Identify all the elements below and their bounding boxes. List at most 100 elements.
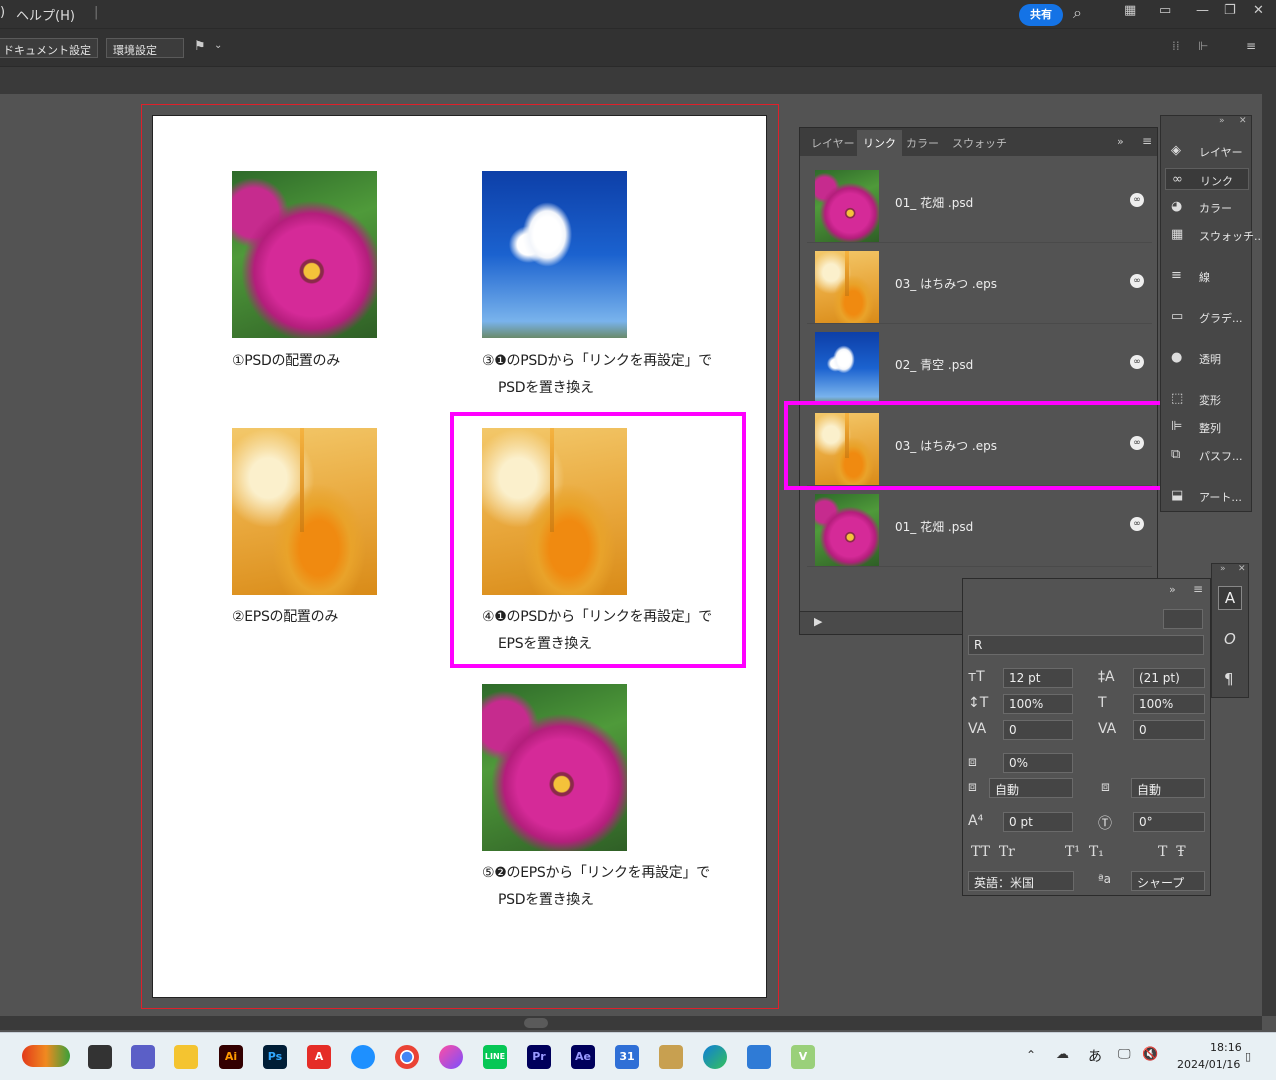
dock-item-transform[interactable]: ⬚ 変形: [1165, 388, 1249, 410]
links-panel-tabbar: レイヤー リンク カラー スウォッチ » ≡: [800, 128, 1157, 156]
share-button[interactable]: 共有: [1019, 4, 1063, 26]
placed-image-sky[interactable]: [482, 171, 627, 338]
dock-item-transparency[interactable]: ● 透明: [1165, 347, 1249, 369]
clock-time[interactable]: 18:16: [1210, 1041, 1242, 1054]
vectorizer-icon[interactable]: V: [791, 1045, 815, 1069]
close-icon[interactable]: ✕: [1238, 564, 1246, 574]
preferences-button[interactable]: 環境設定: [106, 38, 184, 58]
tsume-field[interactable]: 0%: [1003, 753, 1073, 773]
antialias-select[interactable]: シャープ: [1131, 871, 1205, 891]
vertical-scale-field[interactable]: 100%: [1003, 694, 1073, 714]
placed-image-honey[interactable]: [232, 428, 377, 595]
notification-icon[interactable]: ▯: [1245, 1050, 1251, 1063]
dock-item-stroke[interactable]: ≡ 線: [1165, 265, 1249, 287]
aki-right-select[interactable]: 自動: [1131, 778, 1205, 798]
document-setup-button[interactable]: ドキュメント設定: [0, 38, 98, 58]
align-grid-icon[interactable]: ⁞⁞: [1172, 39, 1180, 53]
line-icon[interactable]: LINE: [483, 1045, 507, 1069]
caps-buttons[interactable]: TT Tr: [971, 844, 1015, 860]
link-row[interactable]: 02_ 青空 .psd ∞: [807, 326, 1152, 405]
dock-item-gradient[interactable]: ▭ グラデ...: [1165, 306, 1249, 328]
aki-left-select[interactable]: 自動: [989, 778, 1073, 798]
dock-item-align[interactable]: ⊫ 整列: [1165, 416, 1249, 438]
minimize-icon[interactable]: —: [1196, 3, 1209, 18]
link-row[interactable]: 01_ 花畑 .psd ∞: [807, 164, 1152, 243]
workspace-icon[interactable]: ▭: [1159, 3, 1171, 18]
font-size-field[interactable]: 12 pt: [1003, 668, 1073, 688]
caption-5-line2: PSDを置き換え: [498, 892, 594, 908]
kerning-field[interactable]: 0: [1003, 720, 1073, 740]
baseline-shift-field[interactable]: 0 pt: [1003, 812, 1073, 832]
photoshop-icon[interactable]: Ps: [263, 1045, 287, 1069]
illustrator-icon[interactable]: Ai: [219, 1045, 243, 1069]
ime-indicator[interactable]: あ: [1088, 1046, 1102, 1066]
restore-icon[interactable]: ❐: [1224, 3, 1236, 18]
tab-layers[interactable]: レイヤー: [805, 133, 861, 153]
dock-item-swatches[interactable]: ▦ スウォッチ...: [1165, 224, 1265, 246]
tab-swatches[interactable]: スウォッチ: [946, 133, 1013, 153]
horizontal-scrollbar[interactable]: [0, 1016, 1262, 1030]
folder-icon[interactable]: [174, 1045, 198, 1069]
align-icon[interactable]: ⊩: [1198, 39, 1208, 53]
font-family-select[interactable]: [1163, 609, 1203, 629]
character-panel-icon[interactable]: A: [1218, 586, 1242, 610]
opentype-icon[interactable]: O: [1224, 630, 1236, 648]
network-icon[interactable]: 🖵: [1118, 1047, 1131, 1062]
arrange-documents-icon[interactable]: ▦: [1124, 3, 1136, 18]
tab-links[interactable]: リンク: [857, 130, 902, 156]
show-info-icon[interactable]: ▶: [814, 615, 822, 628]
dock-item-pathfinder[interactable]: ⧉ パスフ...: [1165, 444, 1249, 466]
file-manager-icon[interactable]: [88, 1045, 112, 1069]
acrobat-icon[interactable]: A: [307, 1045, 331, 1069]
horizontal-scale-field[interactable]: 100%: [1133, 694, 1205, 714]
game-icon[interactable]: [659, 1045, 683, 1069]
vertical-scrollbar[interactable]: [1262, 94, 1276, 1016]
notepad-icon[interactable]: [747, 1045, 771, 1069]
collapse-icon[interactable]: »: [1219, 116, 1225, 126]
placed-image-flower[interactable]: [232, 171, 377, 338]
close-icon[interactable]: ✕: [1239, 116, 1247, 126]
chevron-down-icon[interactable]: ⌄: [214, 40, 222, 51]
cloud-icon[interactable]: ☁: [1056, 1047, 1069, 1062]
chat-icon[interactable]: [131, 1045, 155, 1069]
dock-item-links[interactable]: ∞ リンク: [1165, 168, 1249, 190]
panel-menu-icon[interactable]: ≡: [1193, 582, 1203, 596]
collapse-icon[interactable]: »: [1117, 135, 1124, 148]
dock-item-artboards[interactable]: ⬓ アート...: [1165, 485, 1249, 507]
premiere-icon[interactable]: Pr: [527, 1045, 551, 1069]
clock-date[interactable]: 2024/01/16: [1177, 1058, 1240, 1071]
link-row[interactable]: 03_ はちみつ .eps ∞: [807, 245, 1152, 324]
super-sub-buttons[interactable]: T¹ T₁: [1065, 844, 1104, 860]
edge-icon[interactable]: [703, 1045, 727, 1069]
placed-image-honey-replaced[interactable]: [482, 428, 627, 595]
collapse-icon[interactable]: »: [1169, 583, 1176, 596]
link-row[interactable]: 01_ 花畑 .psd ∞: [807, 488, 1152, 567]
creative-cloud-icon[interactable]: [439, 1045, 463, 1069]
chevron-up-icon[interactable]: ⌃: [1026, 1048, 1036, 1062]
font-style-select[interactable]: R: [968, 635, 1204, 655]
placed-image-flower-replaced[interactable]: [482, 684, 627, 851]
panel-menu-icon[interactable]: ≡: [1246, 39, 1256, 53]
after-effects-icon[interactable]: Ae: [571, 1045, 595, 1069]
scroll-thumb[interactable]: [524, 1018, 548, 1028]
panel-menu-icon[interactable]: ≡: [1142, 134, 1152, 148]
search-icon[interactable]: ⌕: [1073, 3, 1082, 23]
paragraph-icon[interactable]: ¶: [1224, 670, 1234, 688]
chrome-icon[interactable]: [395, 1045, 419, 1069]
tracking-field[interactable]: 0: [1133, 720, 1205, 740]
dock-item-color[interactable]: ◕ カラー: [1165, 196, 1249, 218]
collapse-icon[interactable]: »: [1220, 564, 1226, 574]
dock-item-layers[interactable]: ◈ レイヤー: [1165, 140, 1249, 162]
rotation-field[interactable]: 0°: [1133, 812, 1205, 832]
underline-strike-buttons[interactable]: T Ŧ: [1158, 844, 1186, 860]
language-select[interactable]: 英語：米国: [968, 871, 1074, 891]
tab-color[interactable]: カラー: [900, 133, 945, 153]
calendar-icon[interactable]: 31: [615, 1045, 639, 1069]
pin-icon[interactable]: ⚑: [194, 39, 206, 54]
close-icon[interactable]: ✕: [1253, 3, 1264, 18]
browser-icon[interactable]: [351, 1045, 375, 1069]
widgets-icon[interactable]: [22, 1045, 70, 1067]
menu-help[interactable]: ヘルプ(H): [16, 5, 75, 24]
volume-muted-icon[interactable]: 🔇: [1142, 1047, 1158, 1062]
leading-field[interactable]: (21 pt): [1133, 668, 1205, 688]
